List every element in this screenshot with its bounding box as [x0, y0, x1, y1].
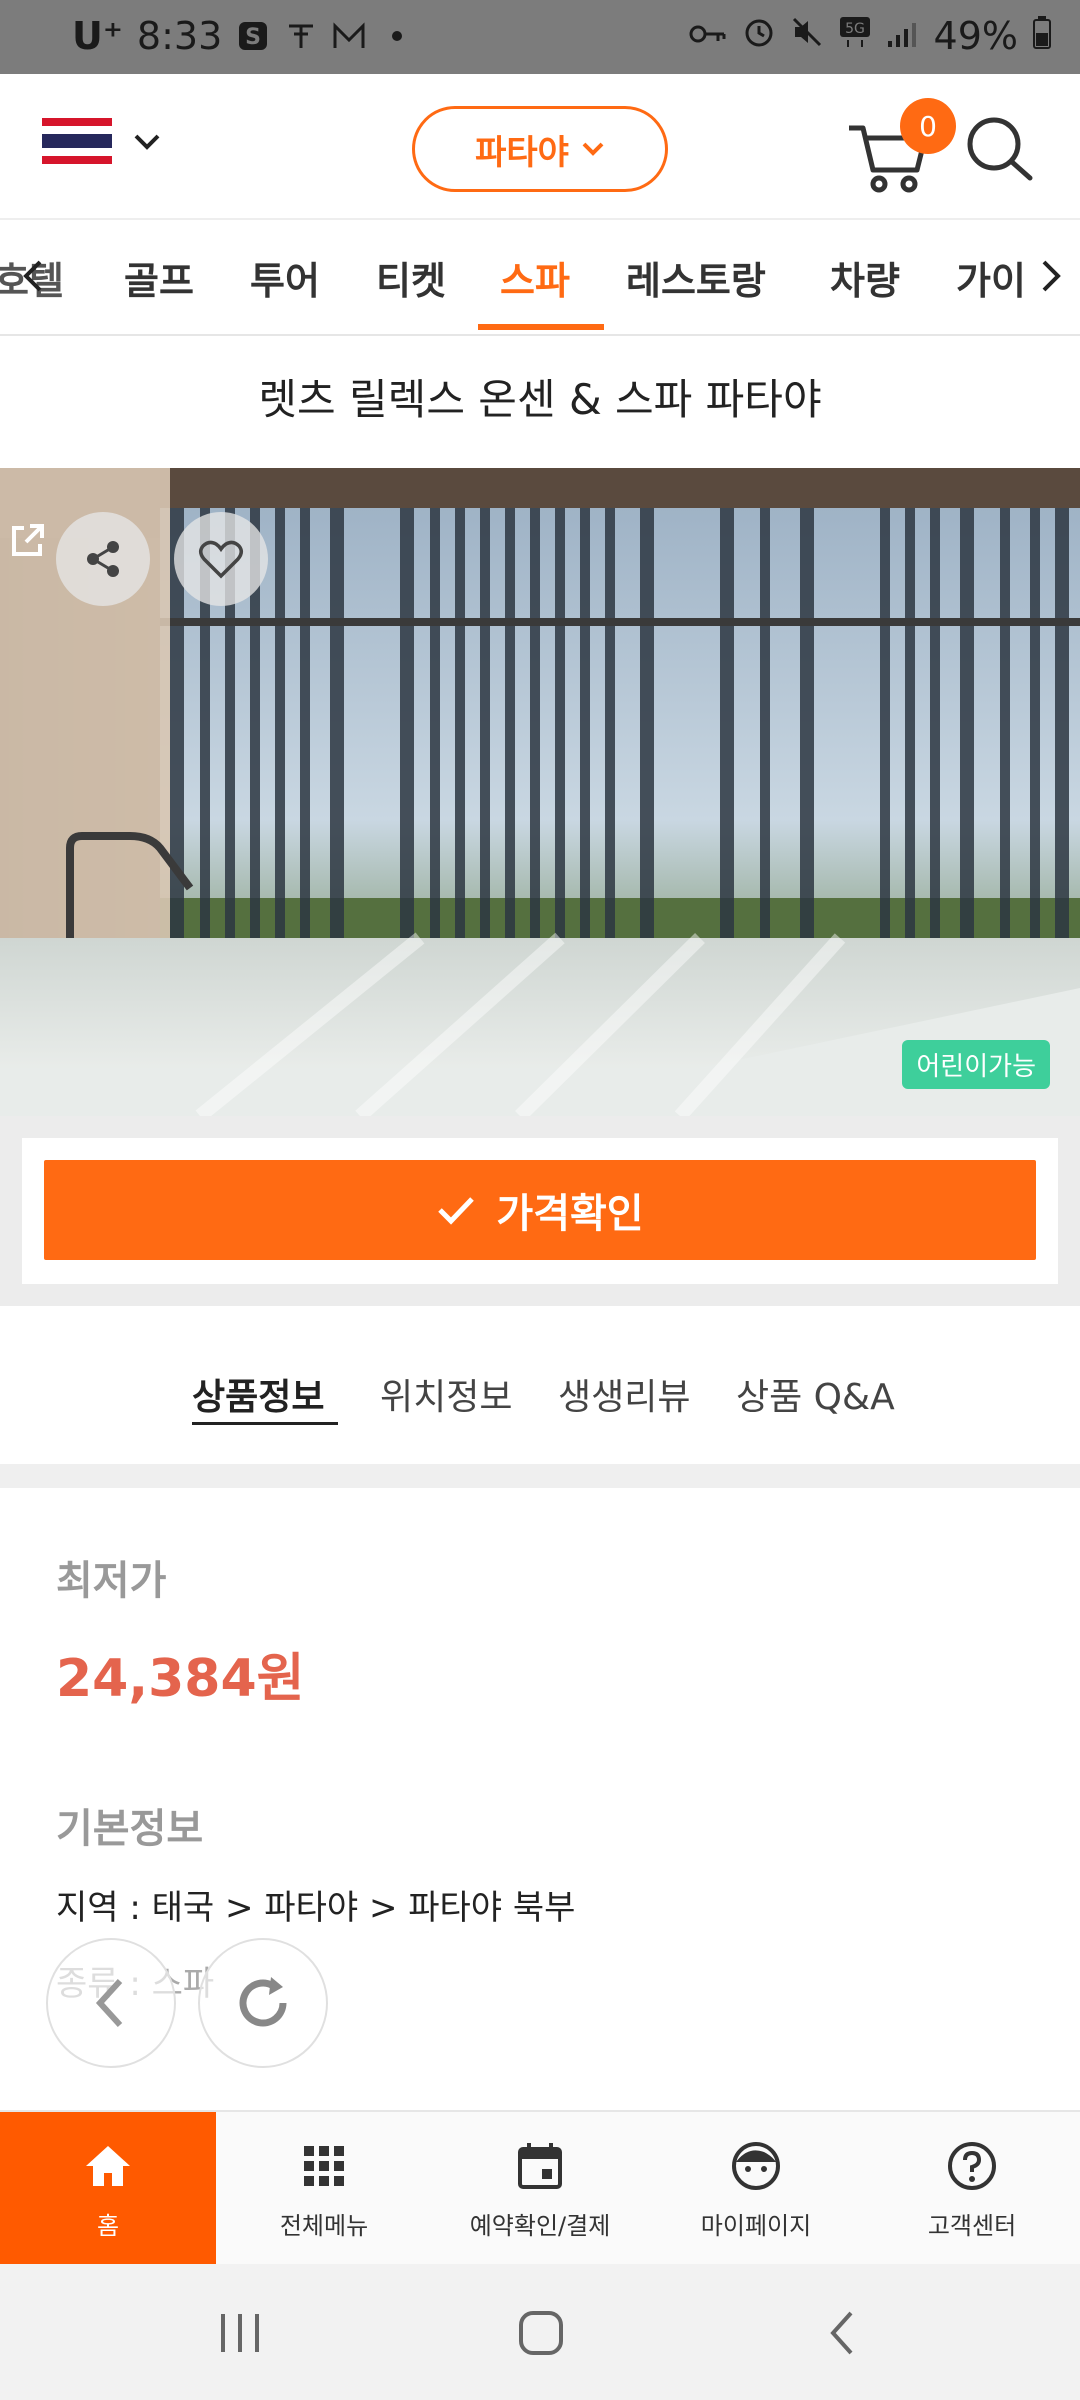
nav-reservation-label: 예약확인/결제 — [469, 2211, 611, 2240]
region-info-line: 지역 : 태국 > 파타야 > 파타야 북부 — [56, 1888, 576, 1928]
category-tab-restaurant[interactable]: 레스토랑 — [626, 250, 766, 305]
mute-icon — [790, 14, 824, 58]
scroll-left-chevron-icon[interactable] — [14, 256, 54, 296]
spa-pool-photo — [0, 468, 1080, 1116]
chevron-left-icon — [95, 1978, 123, 2028]
category-tabs: 호텔 골프 투어 티켓 스파 레스토랑 차량 가이 — [0, 220, 1080, 336]
scroll-right-chevron-icon[interactable] — [1030, 256, 1070, 296]
face-icon — [728, 2138, 784, 2194]
vpn-key-icon — [688, 14, 728, 58]
notification-dot-icon — [380, 19, 414, 53]
cta-card: 가격확인 — [22, 1138, 1058, 1284]
refresh-icon — [239, 1977, 287, 2027]
external-link-icon[interactable] — [8, 520, 48, 560]
checkmark-icon — [438, 1197, 475, 1225]
battery-icon — [1032, 14, 1052, 58]
active-info-tab-underline — [192, 1422, 338, 1425]
svg-text:S: S — [245, 25, 261, 50]
nav-mypage-label: 마이페이지 — [700, 2211, 812, 2240]
home-icon — [80, 2138, 136, 2194]
network-5g-icon: 5G — [838, 14, 872, 58]
nav-all-menu[interactable]: 전체메뉴 — [216, 2112, 432, 2266]
region-selector-button[interactable]: 파타야 — [412, 106, 668, 192]
home-circle-icon[interactable] — [506, 2298, 576, 2368]
category-tab-tour[interactable]: 투어 — [250, 250, 320, 305]
nav-home[interactable]: 홈 — [0, 2112, 216, 2266]
carrier-label: U⁺ — [72, 14, 123, 58]
check-price-label: 가격확인 — [496, 1191, 644, 1237]
nav-all-menu-label: 전체메뉴 — [279, 2211, 369, 2240]
product-info-tabs: 상품정보 위치정보 생생리뷰 상품 Q&A — [0, 1328, 1080, 1464]
refresh-float-button[interactable] — [198, 1938, 328, 2068]
basic-info-label: 기본정보 — [56, 1806, 204, 1852]
category-tab-golf[interactable]: 골프 — [124, 250, 194, 305]
thailand-flag-icon[interactable] — [42, 118, 112, 164]
nav-customer-center[interactable]: 고객센터 — [864, 2112, 1080, 2266]
battery-percent: 49% — [933, 14, 1018, 58]
alarm-icon — [742, 14, 776, 58]
tab-location-info[interactable]: 위치정보 — [380, 1368, 512, 1420]
nav-mypage[interactable]: 마이페이지 — [648, 2112, 864, 2266]
section-divider — [0, 1464, 1080, 1488]
nav-customer-center-label: 고객센터 — [927, 2211, 1017, 2240]
cta-section: 가격확인 — [0, 1116, 1080, 1306]
lowest-price-value: 24,384원 — [56, 1649, 305, 1709]
product-title: 렛츠 릴렉스 온센 & 스파 파타야 — [258, 375, 822, 424]
heart-icon — [199, 540, 243, 579]
system-navigation-bar — [0, 2264, 1080, 2400]
grid-icon — [296, 2138, 352, 2194]
category-tab-ticket[interactable]: 티켓 — [376, 250, 446, 305]
active-category-underline — [478, 324, 604, 330]
app-m-icon — [332, 19, 366, 53]
tab-reviews[interactable]: 생생리뷰 — [558, 1368, 690, 1420]
signal-icon — [886, 14, 920, 58]
status-bar: U⁺ 8:33 S 5G 49% — [0, 0, 1080, 74]
calendar-icon — [512, 2138, 568, 2194]
recent-apps-icon[interactable] — [205, 2298, 275, 2368]
product-hero-image[interactable]: 어린이가능 — [0, 468, 1080, 1116]
nav-reservation[interactable]: 예약확인/결제 — [432, 2112, 648, 2266]
clock: 8:33 — [136, 14, 223, 58]
app-t-icon — [284, 19, 318, 53]
help-icon — [944, 2138, 1000, 2194]
share-icon — [87, 541, 119, 577]
nav-home-label: 홈 — [96, 2211, 120, 2240]
svg-text:5G: 5G — [845, 21, 865, 37]
region-label: 파타야 — [475, 132, 569, 173]
check-price-button[interactable]: 가격확인 — [44, 1160, 1036, 1260]
share-button[interactable] — [56, 512, 150, 606]
chevron-down-icon — [582, 142, 604, 156]
category-tab-spa[interactable]: 스파 — [500, 250, 570, 305]
category-tab-vehicle[interactable]: 차량 — [830, 250, 900, 305]
lowest-price-label: 최저가 — [56, 1558, 167, 1604]
search-icon[interactable] — [962, 112, 1036, 186]
kids-allowed-badge: 어린이가능 — [902, 1040, 1050, 1089]
system-back-icon[interactable] — [808, 2298, 878, 2368]
category-tab-guide[interactable]: 가이 — [956, 250, 1026, 305]
back-float-button[interactable] — [46, 1938, 176, 2068]
cart-count-badge: 0 — [900, 98, 956, 154]
favorite-button[interactable] — [174, 512, 268, 606]
country-chevron-down-icon[interactable] — [130, 130, 164, 154]
app-s-icon: S — [236, 19, 270, 53]
tab-product-info[interactable]: 상품정보 — [192, 1368, 324, 1420]
bottom-navigation: 홈 전체메뉴 예약확인/결제 마이페이지 고객센터 — [0, 2110, 1080, 2266]
app-header: 파타야 0 — [0, 74, 1080, 220]
tab-product-qna[interactable]: 상품 Q&A — [736, 1368, 895, 1420]
